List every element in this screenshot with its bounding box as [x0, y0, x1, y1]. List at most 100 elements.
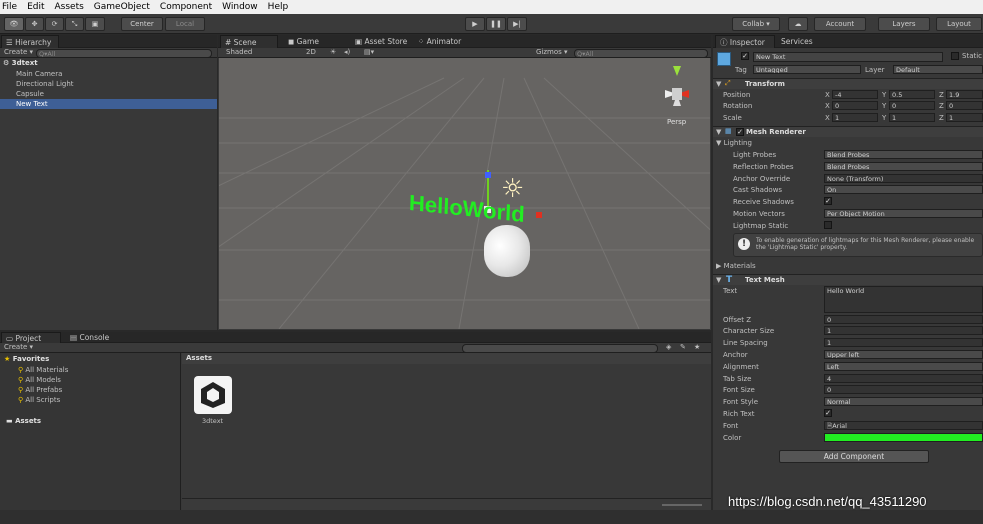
- scene-root-label[interactable]: ⚙ 3dtext: [3, 59, 38, 67]
- anchor-override-field[interactable]: None (Transform): [824, 174, 983, 183]
- rich-text-checkbox[interactable]: ✓: [824, 409, 832, 417]
- hierarchy-search-input[interactable]: Q▾All: [36, 49, 212, 58]
- position-y-field[interactable]: 0.5: [889, 90, 935, 99]
- materials-foldout[interactable]: ▶ Materials: [716, 262, 756, 270]
- rotation-y-field[interactable]: 0: [889, 101, 935, 110]
- mesh-renderer-enabled-checkbox[interactable]: ✓: [736, 128, 744, 136]
- menu-assets[interactable]: Assets: [55, 2, 84, 12]
- tab-project[interactable]: ▭ Project: [1, 332, 61, 343]
- account-button[interactable]: Account: [814, 17, 866, 31]
- position-x-field[interactable]: -4: [832, 90, 878, 99]
- menu-file[interactable]: File: [2, 2, 17, 12]
- collab-button[interactable]: Collab ▾: [732, 17, 780, 31]
- x-axis-handle[interactable]: [536, 212, 542, 218]
- menu-edit[interactable]: Edit: [27, 2, 44, 12]
- tab-scene[interactable]: # Scene: [220, 35, 278, 48]
- favorite-all-scripts[interactable]: ⚲ All Scripts: [18, 396, 60, 404]
- hierarchy-item-capsule[interactable]: Capsule: [16, 90, 44, 98]
- shading-mode-dropdown[interactable]: Shaded: [226, 48, 252, 56]
- cloud-icon[interactable]: ☁: [788, 17, 808, 31]
- step-button[interactable]: ▶|: [507, 17, 527, 31]
- tab-console[interactable]: ▤ Console: [66, 332, 113, 343]
- effects-toggle-icon[interactable]: ▤▾: [364, 48, 374, 56]
- z-axis-handle[interactable]: [485, 172, 491, 178]
- offset-z-field[interactable]: 0: [824, 315, 983, 324]
- rotation-z-field[interactable]: 0: [946, 101, 983, 110]
- favorite-star-icon[interactable]: ★: [694, 343, 700, 351]
- motion-vectors-dropdown[interactable]: Per Object Motion: [824, 209, 983, 218]
- tab-game[interactable]: ◼ Game: [284, 35, 323, 48]
- tab-inspector[interactable]: ⓘ Inspector: [715, 35, 775, 48]
- layout-button[interactable]: Layout: [936, 17, 982, 31]
- object-name-field[interactable]: New Text: [753, 52, 943, 62]
- lighting-foldout[interactable]: ▼ Lighting: [716, 139, 752, 147]
- reflection-probes-dropdown[interactable]: Blend Probes: [824, 162, 983, 171]
- static-checkbox[interactable]: [951, 52, 959, 60]
- move-tool-icon[interactable]: ✥: [25, 17, 44, 31]
- scene-search-input[interactable]: Q▾All: [574, 49, 708, 58]
- assets-header[interactable]: Assets: [186, 354, 212, 362]
- tab-hierarchy[interactable]: ☰ Hierarchy: [1, 35, 59, 48]
- tag-dropdown[interactable]: Untagged: [753, 65, 861, 74]
- tab-asset-store[interactable]: ▣ Asset Store: [351, 35, 411, 48]
- menu-window[interactable]: Window: [222, 2, 258, 12]
- scale-y-field[interactable]: 1: [889, 113, 935, 122]
- text-mesh-header[interactable]: ▼ T Text Mesh: [713, 274, 983, 285]
- layers-button[interactable]: Layers: [878, 17, 930, 31]
- transform-header[interactable]: ▼ ⤢ Transform: [713, 78, 983, 89]
- color-swatch[interactable]: [824, 433, 983, 442]
- scale-x-field[interactable]: 1: [832, 113, 878, 122]
- position-z-field[interactable]: 1.9: [946, 90, 983, 99]
- pause-button[interactable]: ❚❚: [486, 17, 506, 31]
- cast-shadows-dropdown[interactable]: On: [824, 185, 983, 194]
- tab-size-field[interactable]: 4: [824, 374, 983, 383]
- icon-size-slider[interactable]: [662, 504, 702, 506]
- alignment-dropdown[interactable]: Left: [824, 362, 983, 371]
- capsule-object[interactable]: [484, 225, 530, 277]
- mesh-renderer-header[interactable]: ▼ ▦ ✓ Mesh Renderer: [713, 126, 983, 137]
- filter-label-icon[interactable]: ✎: [680, 343, 686, 351]
- hierarchy-item-main-camera[interactable]: Main Camera: [16, 70, 62, 78]
- layer-dropdown[interactable]: Default: [893, 65, 983, 74]
- favorite-all-materials[interactable]: ⚲ All Materials: [18, 366, 68, 374]
- anchor-dropdown[interactable]: Upper left: [824, 350, 983, 359]
- text-textarea[interactable]: Hello World: [824, 286, 983, 313]
- menu-gameobject[interactable]: GameObject: [94, 2, 150, 12]
- favorites-folder[interactable]: ★ Favorites: [4, 355, 49, 363]
- rotate-tool-icon[interactable]: ⟳: [45, 17, 64, 31]
- menu-help[interactable]: Help: [268, 2, 289, 12]
- unity-scene-asset[interactable]: [194, 376, 232, 414]
- hierarchy-create-button[interactable]: Create ▾: [4, 48, 33, 56]
- assets-folder[interactable]: ▬ Assets: [6, 417, 41, 425]
- mode-2d-toggle[interactable]: 2D: [306, 48, 316, 56]
- project-search-input[interactable]: [462, 344, 658, 353]
- line-spacing-field[interactable]: 1: [824, 338, 983, 347]
- hierarchy-item-new-text[interactable]: New Text: [16, 100, 48, 108]
- pivot-local-button[interactable]: Local: [165, 17, 205, 31]
- character-size-field[interactable]: 1: [824, 326, 983, 335]
- lighting-toggle-icon[interactable]: ☀: [330, 48, 336, 56]
- rect-tool-icon[interactable]: ▣: [85, 17, 105, 31]
- favorite-all-models[interactable]: ⚲ All Models: [18, 376, 61, 384]
- filter-type-icon[interactable]: ◈: [666, 343, 671, 351]
- audio-toggle-icon[interactable]: ◂): [344, 48, 350, 56]
- font-style-dropdown[interactable]: Normal: [824, 397, 983, 406]
- scale-tool-icon[interactable]: ⤡: [65, 17, 84, 31]
- gizmos-dropdown[interactable]: Gizmos ▾: [536, 48, 568, 56]
- hierarchy-item-directional-light[interactable]: Directional Light: [16, 80, 74, 88]
- rotation-x-field[interactable]: 0: [832, 101, 878, 110]
- pivot-center-button[interactable]: Center: [121, 17, 163, 31]
- favorite-all-prefabs[interactable]: ⚲ All Prefabs: [18, 386, 62, 394]
- scale-z-field[interactable]: 1: [946, 113, 983, 122]
- orientation-gizmo[interactable]: [655, 64, 705, 124]
- persp-label[interactable]: Persp: [667, 118, 686, 126]
- project-create-button[interactable]: Create ▾: [4, 343, 33, 351]
- scene-viewport[interactable]: ☼ HelloWorld Persp: [219, 58, 710, 329]
- tab-services[interactable]: Services: [777, 35, 817, 48]
- play-button[interactable]: ▶: [465, 17, 485, 31]
- tab-animator[interactable]: ⁘ Animator: [414, 35, 465, 48]
- font-field[interactable]: 🗎Arial: [824, 421, 983, 430]
- font-size-field[interactable]: 0: [824, 385, 983, 394]
- menu-component[interactable]: Component: [160, 2, 212, 12]
- receive-shadows-checkbox[interactable]: ✓: [824, 197, 832, 205]
